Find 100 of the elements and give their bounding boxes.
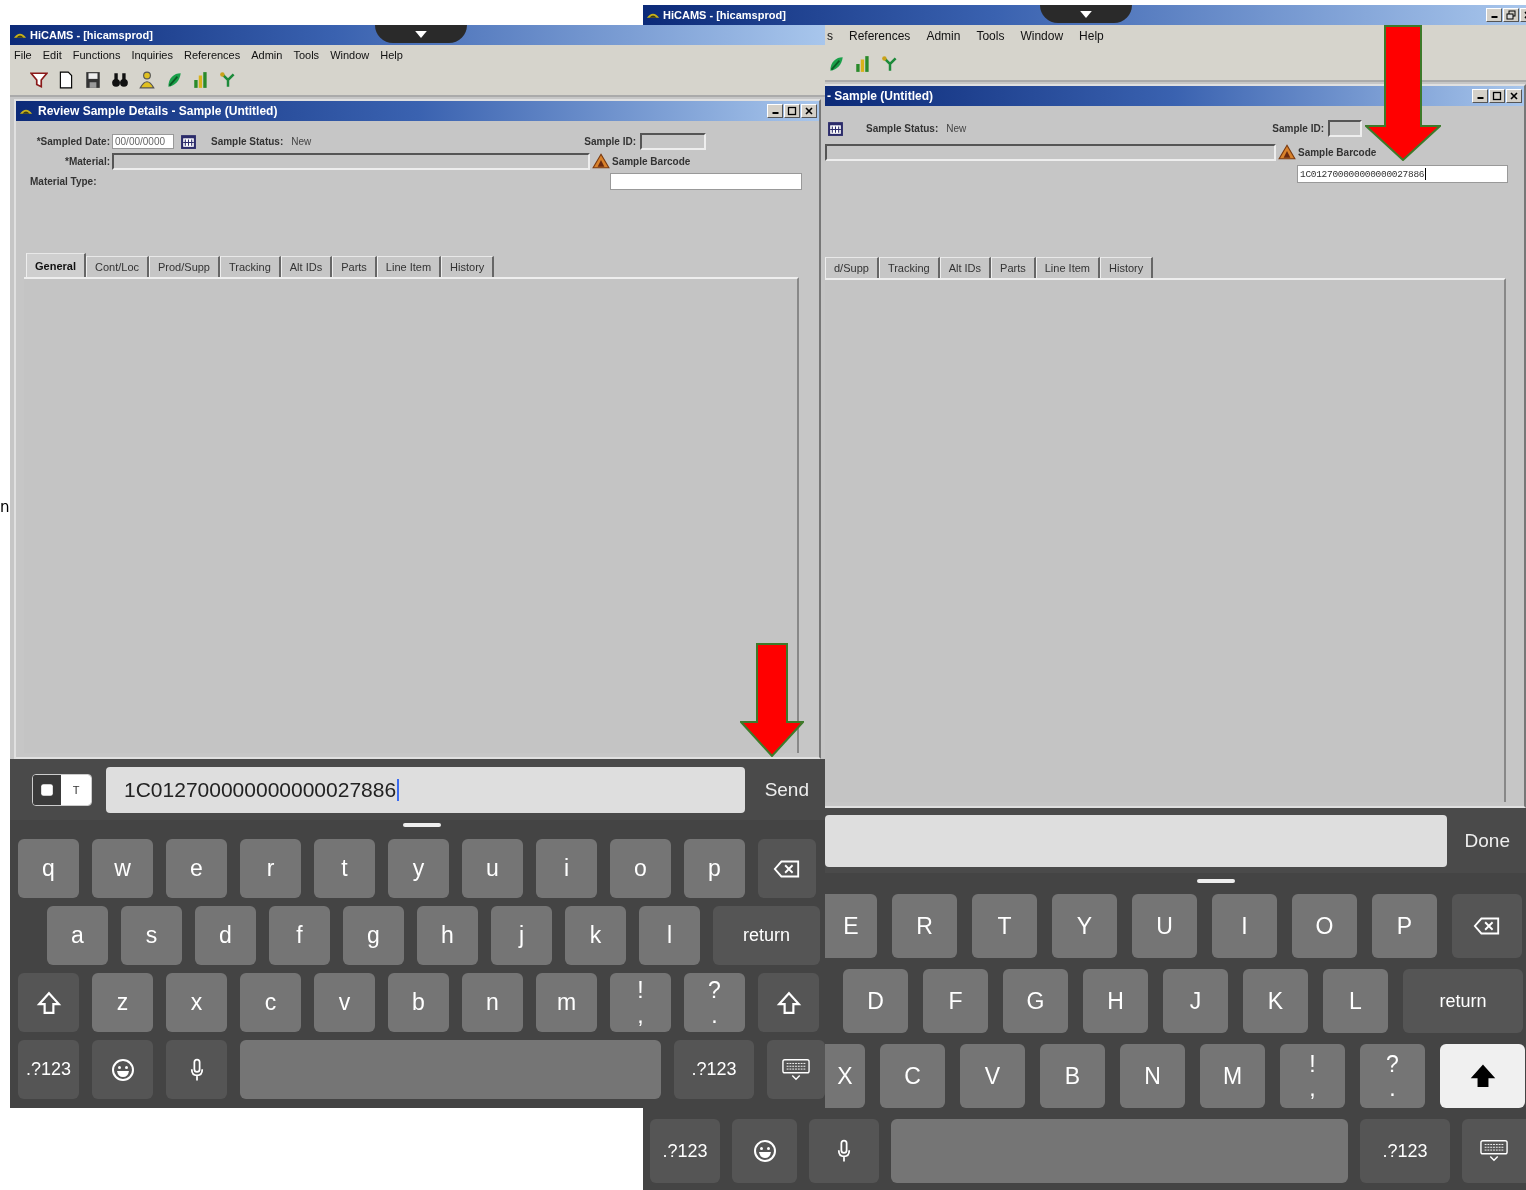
letter-key[interactable]: v — [314, 973, 375, 1032]
letter-key[interactable]: j — [491, 906, 552, 965]
menu-item[interactable]: Help — [380, 49, 403, 61]
save-icon[interactable] — [84, 71, 102, 89]
person-icon[interactable] — [138, 71, 156, 89]
tab[interactable]: Parts — [991, 257, 1036, 278]
letter-key[interactable]: i — [536, 839, 597, 898]
emoji-key[interactable] — [92, 1040, 153, 1099]
letter-key[interactable]: F — [923, 969, 988, 1033]
letter-key[interactable]: m — [536, 973, 597, 1032]
close-button[interactable] — [1506, 89, 1522, 103]
pull-down-tab[interactable] — [1040, 5, 1132, 23]
text-input-field[interactable] — [825, 814, 1447, 867]
minimize-button[interactable] — [1472, 89, 1488, 103]
tab[interactable]: Alt IDs — [939, 257, 992, 278]
menu-item[interactable]: Functions — [72, 49, 121, 61]
letter-key[interactable]: C — [880, 1044, 945, 1108]
letter-key[interactable]: O — [1292, 894, 1357, 958]
menu-item[interactable]: Tools — [293, 49, 320, 61]
pull-down-tab[interactable] — [375, 25, 467, 43]
shift-key[interactable] — [1440, 1044, 1525, 1108]
letter-key[interactable]: D — [843, 969, 908, 1033]
maximize-button[interactable] — [1489, 89, 1505, 103]
material-field[interactable] — [112, 152, 590, 170]
letter-key[interactable]: w — [92, 839, 153, 898]
close-button[interactable] — [801, 104, 817, 118]
return-key[interactable]: return — [1403, 969, 1523, 1033]
done-button[interactable]: Done — [1458, 829, 1516, 852]
dictation-key[interactable] — [166, 1040, 227, 1099]
menu-item[interactable]: Window — [330, 49, 370, 61]
menu-item[interactable]: Tools — [976, 29, 1005, 43]
letter-key[interactable]: e — [166, 839, 227, 898]
tab[interactable]: Cont/Loc — [85, 256, 149, 277]
menu-item[interactable]: Inquiries — [131, 49, 173, 61]
letter-key[interactable]: R — [892, 894, 957, 958]
tab[interactable]: Tracking — [878, 257, 940, 278]
letter-key[interactable]: H — [1083, 969, 1148, 1033]
tree-icon[interactable] — [219, 71, 237, 89]
emoji-key[interactable] — [732, 1119, 797, 1183]
document-icon[interactable] — [57, 71, 75, 89]
letter-key[interactable]: B — [1040, 1044, 1105, 1108]
letter-key[interactable]: o — [610, 839, 671, 898]
punctuation-key[interactable]: ! , — [1280, 1044, 1345, 1108]
letter-key[interactable]: z — [92, 973, 153, 1032]
letter-key[interactable]: U — [1132, 894, 1197, 958]
letter-key[interactable]: t — [314, 839, 375, 898]
letter-key[interactable]: M — [1200, 1044, 1265, 1108]
numbers-key[interactable]: .?123 — [650, 1119, 720, 1183]
input-mode-toggle[interactable]: T — [32, 773, 92, 806]
menu-item[interactable]: References — [184, 49, 241, 61]
letter-key[interactable]: N — [1120, 1044, 1185, 1108]
letter-key[interactable]: p — [684, 839, 745, 898]
letter-key[interactable]: u — [462, 839, 523, 898]
barcode-field[interactable]: 1C012700000000000027886 — [1297, 165, 1508, 183]
leaf-icon[interactable] — [165, 71, 183, 89]
backspace-key[interactable] — [758, 839, 816, 898]
drag-handle[interactable] — [1196, 879, 1235, 883]
tab[interactable]: Line Item — [376, 256, 442, 277]
minimize-button[interactable] — [1486, 8, 1502, 22]
letter-key[interactable]: g — [343, 906, 404, 965]
letter-key[interactable]: s — [121, 906, 182, 965]
letter-key[interactable]: r — [240, 839, 301, 898]
letter-key[interactable]: I — [1212, 894, 1277, 958]
menu-item[interactable]: Edit — [42, 49, 62, 61]
binoculars-icon[interactable] — [111, 71, 129, 89]
filter-icon[interactable] — [30, 71, 48, 89]
letter-key[interactable]: G — [1003, 969, 1068, 1033]
drag-handle[interactable] — [403, 823, 441, 827]
letter-key[interactable]: J — [1163, 969, 1228, 1033]
restore-button[interactable] — [1503, 8, 1519, 22]
sample-id-field[interactable] — [640, 132, 706, 150]
letter-key[interactable]: X — [825, 1044, 865, 1108]
tab[interactable]: General — [26, 253, 86, 277]
letter-key[interactable]: x — [166, 973, 227, 1032]
menu-item[interactable]: Help — [1079, 29, 1104, 43]
letter-key[interactable]: E — [825, 894, 877, 958]
chart-icon[interactable] — [854, 54, 872, 73]
letter-key[interactable]: L — [1323, 969, 1388, 1033]
material-field[interactable] — [825, 143, 1276, 161]
letter-key[interactable]: n — [462, 973, 523, 1032]
numbers-key[interactable]: .?123 — [1360, 1119, 1450, 1183]
shift-key[interactable] — [18, 973, 79, 1032]
punctuation-key[interactable]: ? . — [684, 973, 745, 1032]
letter-key[interactable]: V — [960, 1044, 1025, 1108]
letter-key[interactable]: l — [639, 906, 700, 965]
tab[interactable]: Alt IDs — [280, 256, 333, 277]
tab[interactable]: History — [441, 256, 495, 277]
send-button[interactable]: Send — [758, 778, 815, 801]
barcode-field[interactable] — [610, 172, 802, 190]
text-input-field[interactable]: 1C012700000000000027886 — [106, 766, 745, 813]
calendar-icon[interactable] — [827, 119, 844, 137]
tab[interactable]: History — [1100, 257, 1154, 278]
letter-key[interactable]: Y — [1052, 894, 1117, 958]
maximize-button[interactable] — [784, 104, 800, 118]
letter-key[interactable]: q — [18, 839, 79, 898]
letter-key[interactable]: T — [972, 894, 1037, 958]
calendar-icon[interactable] — [180, 132, 197, 150]
letter-key[interactable]: h — [417, 906, 478, 965]
dictation-key[interactable] — [809, 1119, 879, 1183]
leaf-icon[interactable] — [827, 54, 845, 73]
